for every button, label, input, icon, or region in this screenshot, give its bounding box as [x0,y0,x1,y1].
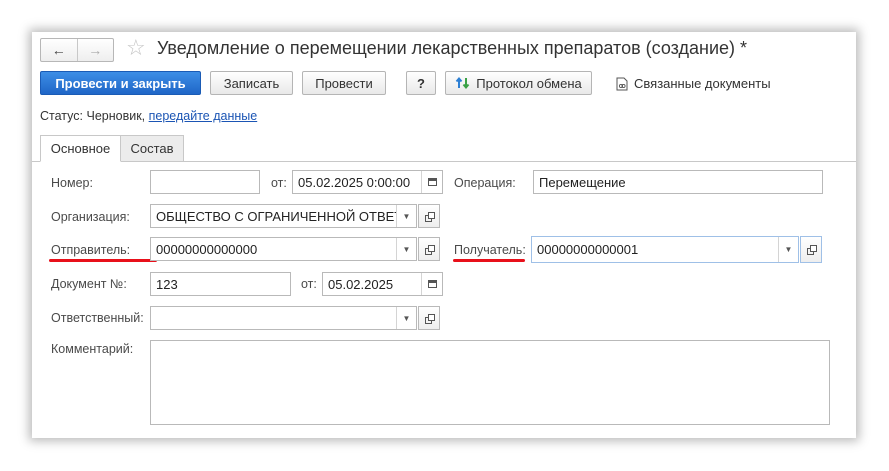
receiver-open-button[interactable] [800,236,822,263]
help-button[interactable]: ? [406,71,436,95]
open-icon [424,244,435,255]
number-input[interactable] [150,170,260,194]
exchange-arrows-icon [455,76,470,90]
favorite-star-icon[interactable]: ☆ [126,35,146,61]
receiver-label: Получатель: [454,243,526,257]
tab-composition[interactable]: Состав [120,135,184,162]
organization-value: ОБЩЕСТВО С ОГРАНИЧЕННОЙ ОТВЕТСТВЕННОСТЬЮ [156,208,396,224]
back-icon[interactable]: ← [41,39,77,61]
calendar-icon[interactable] [421,273,442,295]
post-and-close-button[interactable]: Провести и закрыть [40,71,201,95]
doc-number-label: Документ №: [51,277,127,291]
transfer-data-link[interactable]: передайте данные [149,109,258,123]
open-icon [424,211,435,222]
date-from-label: от: [271,176,287,190]
chevron-down-icon[interactable]: ▼ [396,238,416,260]
calendar-icon[interactable] [421,171,442,193]
page-title: Уведомление о перемещении лекарственных … [157,38,748,58]
open-icon [424,313,435,324]
comment-textarea[interactable] [150,340,830,425]
doc-number-value: 123 [156,276,178,292]
doc-date-input[interactable]: 05.02.2025 [322,272,443,296]
date-value: 05.02.2025 0:00:00 [298,174,411,190]
number-label: Номер: [51,176,93,190]
operation-value: Перемещение [539,174,626,190]
operation-field[interactable]: Перемещение [533,170,823,194]
status-line: Статус: Черновик, передайте данные [40,109,257,123]
related-documents-button[interactable]: Связанные документы [616,76,771,91]
status-state: Черновик, [86,109,146,123]
receiver-highlight-underline [453,259,525,262]
receiver-value: 00000000000001 [537,242,639,257]
chevron-down-icon[interactable]: ▼ [396,307,416,329]
tab-main[interactable]: Основное [40,135,121,162]
receiver-select[interactable]: 00000000000001 ▼ [531,236,799,263]
doc-date-from-label: от: [301,277,317,291]
open-icon [806,245,817,255]
sender-value: 00000000000000 [156,241,258,257]
doc-date-value: 05.02.2025 [328,276,394,292]
chevron-down-icon[interactable]: ▼ [396,205,416,227]
sender-select[interactable]: 00000000000000 ▼ [150,237,417,261]
related-documents-icon [616,77,628,90]
responsible-open-button[interactable] [418,306,440,330]
responsible-label: Ответственный: [51,311,144,325]
doc-number-input[interactable]: 123 [150,272,291,296]
sender-label: Отправитель: [51,243,131,257]
document-window: ← → ☆ Уведомление о перемещении лекарств… [32,32,856,438]
status-prefix: Статус: [40,109,83,123]
navigation-buttons: ← → [40,38,114,62]
exchange-log-label: Протокол обмена [476,75,582,91]
responsible-select[interactable]: ▼ [150,306,417,330]
forward-icon[interactable]: → [76,39,114,61]
organization-label: Организация: [51,210,130,224]
exchange-log-button[interactable]: Протокол обмена [445,71,592,95]
date-input[interactable]: 05.02.2025 0:00:00 [292,170,443,194]
comment-label: Комментарий: [51,342,134,356]
organization-select[interactable]: ОБЩЕСТВО С ОГРАНИЧЕННОЙ ОТВЕТСТВЕННОСТЬЮ… [150,204,417,228]
sender-highlight-underline [49,259,157,262]
operation-label: Операция: [454,176,516,190]
save-button[interactable]: Записать [210,71,293,95]
organization-open-button[interactable] [418,204,440,228]
related-documents-label: Связанные документы [634,76,771,91]
sender-open-button[interactable] [418,237,440,261]
chevron-down-icon[interactable]: ▼ [778,237,798,262]
post-button[interactable]: Провести [302,71,386,95]
